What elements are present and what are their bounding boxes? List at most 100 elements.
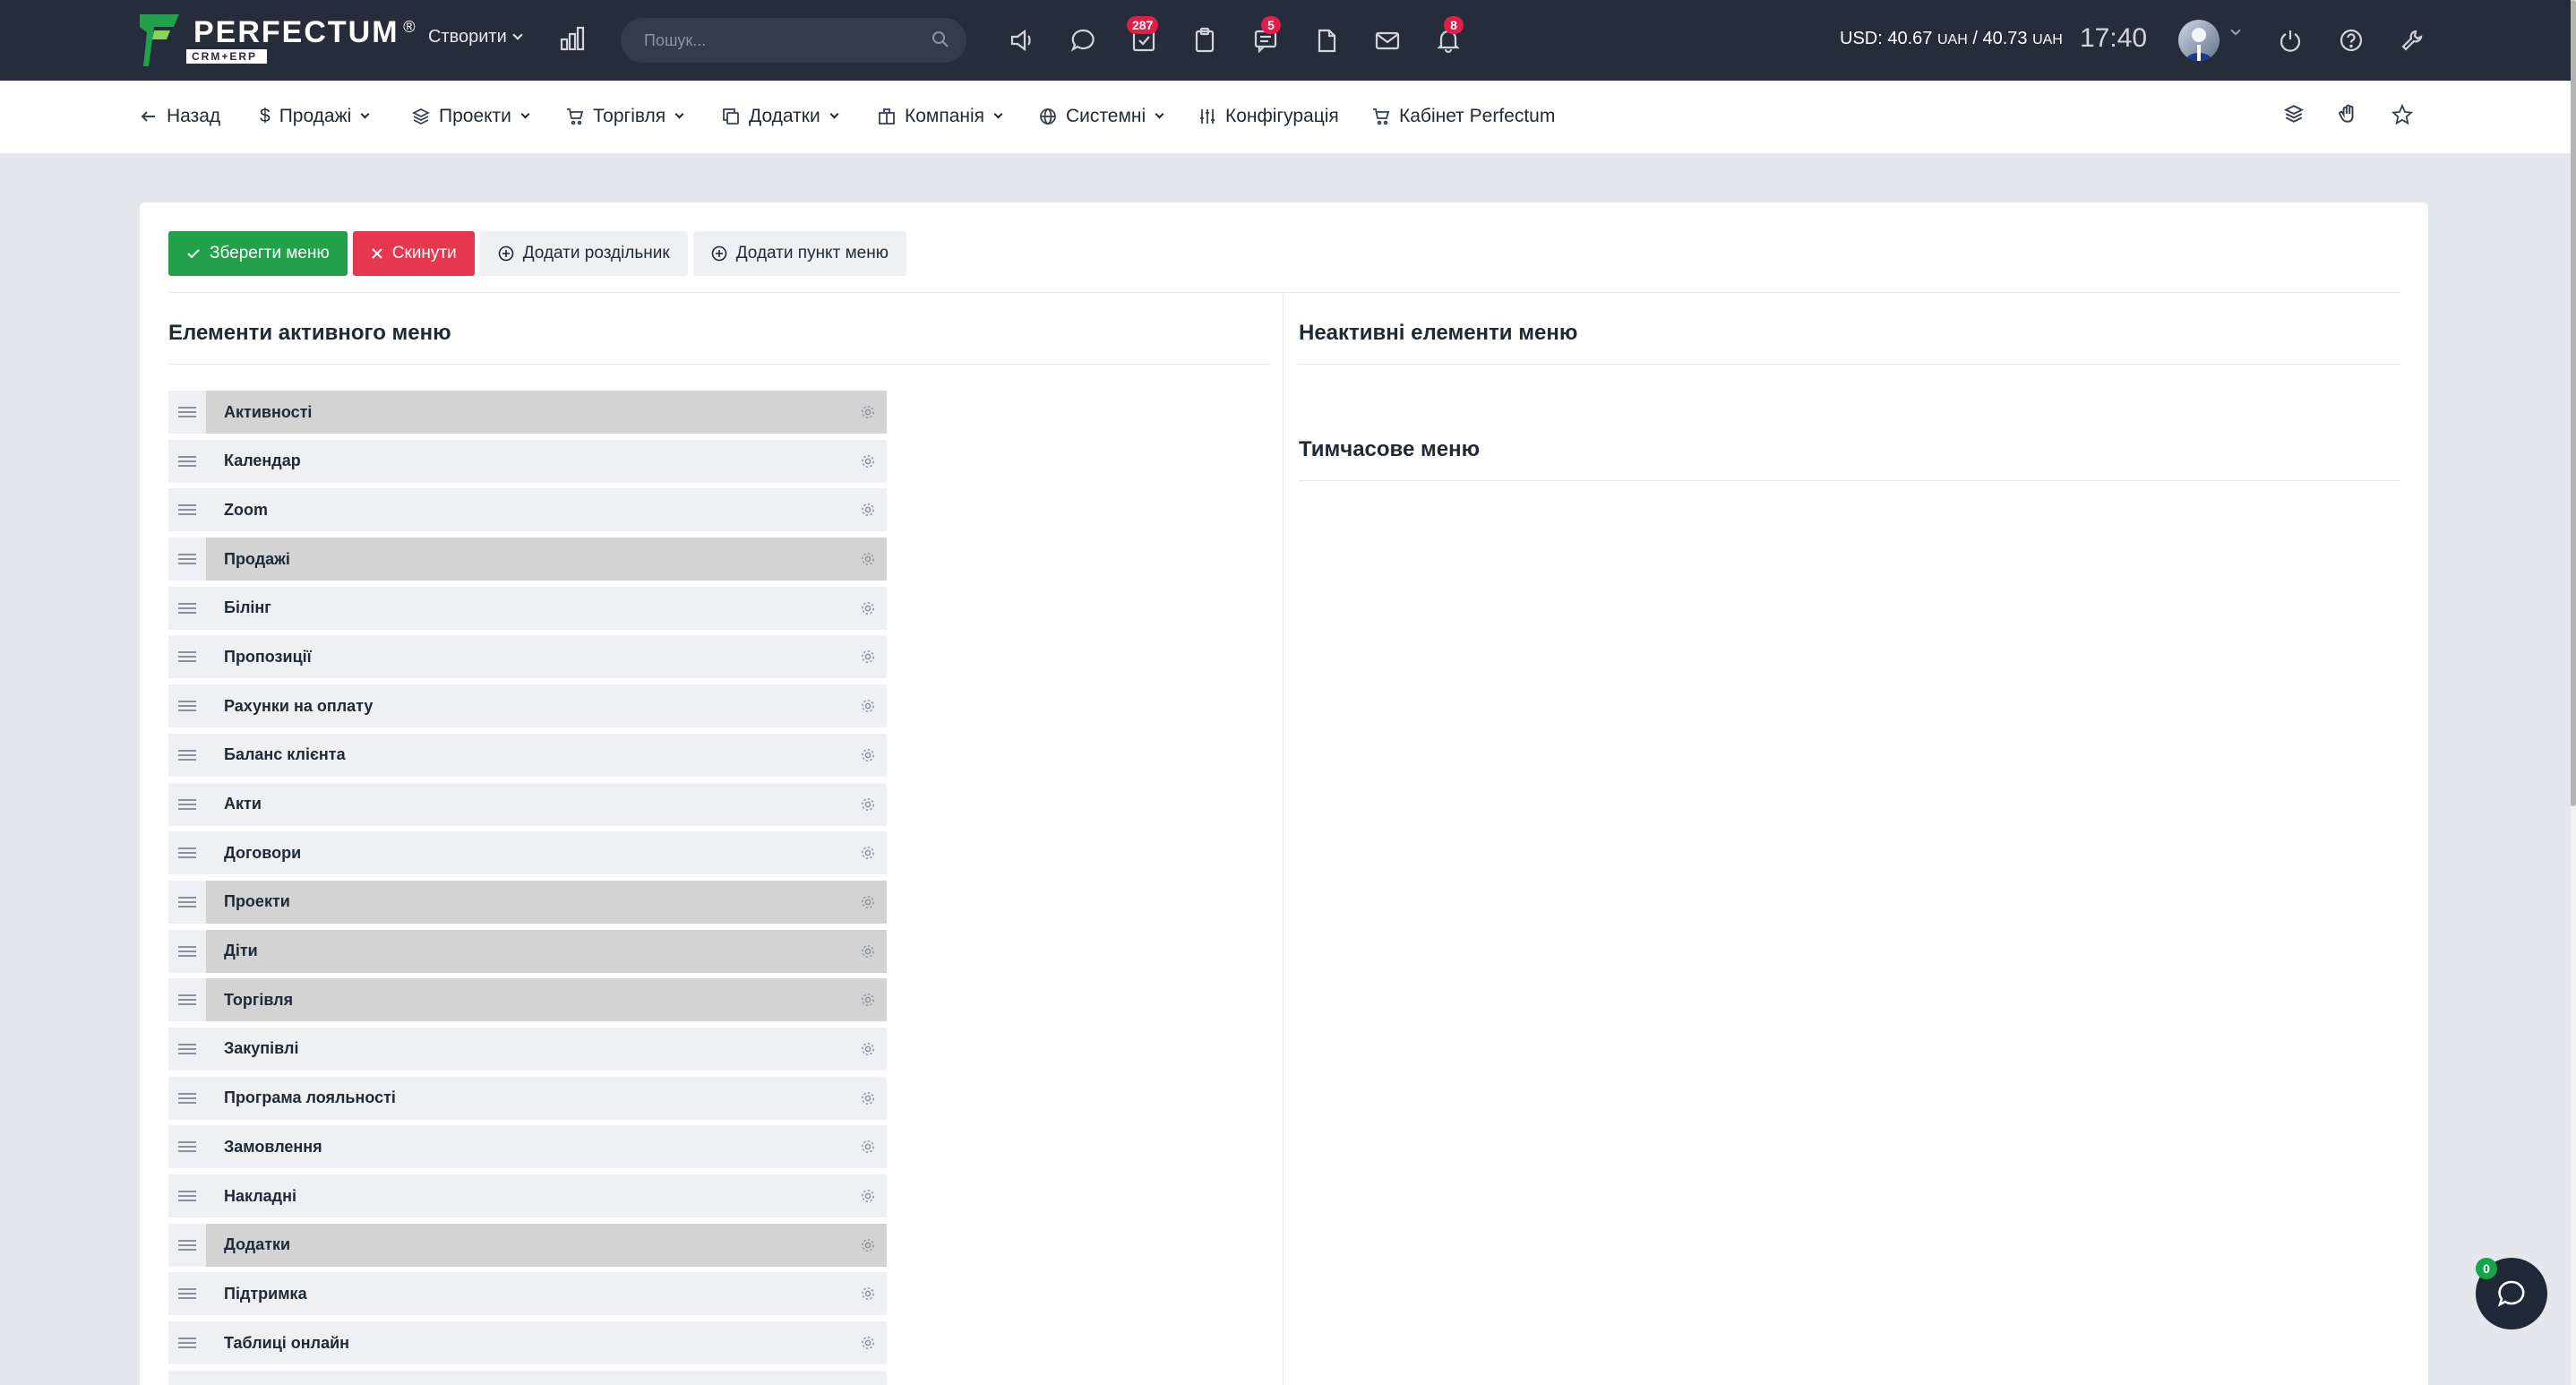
gear-icon[interactable] <box>860 698 876 714</box>
help-icon[interactable] <box>2334 23 2368 57</box>
nav-back[interactable]: Назад <box>140 106 220 127</box>
gear-icon[interactable] <box>860 453 876 469</box>
gear-icon[interactable] <box>860 894 876 910</box>
brand-logo[interactable]: PERFECTUM ® CRM+ERP <box>140 14 416 66</box>
menu-item-body[interactable]: Пропозиції <box>206 635 887 679</box>
menu-item-row[interactable]: Проекти <box>168 880 887 924</box>
menu-item-body[interactable]: Програма лояльності <box>206 1076 887 1120</box>
menu-item-row[interactable] <box>168 1370 887 1385</box>
gear-icon[interactable] <box>860 747 876 763</box>
menu-item-row[interactable]: Додатки <box>168 1223 887 1267</box>
add-divider-button[interactable]: Додати роздільник <box>479 231 688 276</box>
gear-icon[interactable] <box>860 1139 876 1155</box>
menu-item-row[interactable]: Торгівля <box>168 978 887 1022</box>
clipboard-icon[interactable] <box>1188 23 1222 57</box>
menu-item-body[interactable]: Календар <box>206 439 887 483</box>
menu-item-body[interactable]: Акти <box>206 782 887 826</box>
nav-sales[interactable]: $ Продажі <box>260 106 370 127</box>
gear-icon[interactable] <box>860 1090 876 1106</box>
nav-addons[interactable]: Додатки <box>722 106 839 127</box>
drag-handle-icon[interactable] <box>168 1027 206 1071</box>
gear-icon[interactable] <box>860 845 876 861</box>
menu-item-row[interactable]: Договори <box>168 831 887 875</box>
gear-icon[interactable] <box>860 1237 876 1253</box>
create-dropdown[interactable]: Створити <box>428 27 523 47</box>
drag-handle-icon[interactable] <box>168 538 206 581</box>
tasks-icon[interactable]: 287 <box>1127 16 1161 57</box>
avatar-chevron-icon[interactable] <box>2230 25 2241 36</box>
drag-handle-icon[interactable] <box>168 1272 206 1316</box>
reset-button[interactable]: Скинути <box>352 231 475 276</box>
gear-icon[interactable] <box>860 796 876 813</box>
drag-handle-icon[interactable] <box>168 488 206 532</box>
nav-trade[interactable]: Торгівля <box>566 106 684 127</box>
gear-icon[interactable] <box>860 1335 876 1351</box>
menu-item-row[interactable]: Таблиці онлайн <box>168 1321 887 1365</box>
power-icon[interactable] <box>2273 23 2307 57</box>
drag-handle-icon[interactable] <box>168 782 206 826</box>
menu-item-row[interactable]: Продажі <box>168 538 887 581</box>
menu-item-row[interactable]: Діти <box>168 929 887 973</box>
search-icon[interactable] <box>932 30 949 48</box>
menu-item-body[interactable]: Торгівля <box>206 978 887 1022</box>
menu-item-row[interactable]: Замовлення <box>168 1125 887 1169</box>
menu-item-row[interactable]: Рахунки на оплату <box>168 684 887 728</box>
nav-system[interactable]: Системні <box>1039 106 1164 127</box>
menu-item-body[interactable]: Рахунки на оплату <box>206 684 887 728</box>
menu-item-body[interactable]: Накладні <box>206 1174 887 1217</box>
gear-icon[interactable] <box>860 551 876 567</box>
gear-icon[interactable] <box>860 1286 876 1302</box>
page-scrollbar-thumb[interactable] <box>2571 0 2576 806</box>
drag-handle-icon[interactable] <box>168 439 206 483</box>
search-input[interactable] <box>621 18 966 63</box>
gear-icon[interactable] <box>860 600 876 616</box>
menu-item-row[interactable]: Закупівлі <box>168 1027 887 1071</box>
gear-icon[interactable] <box>860 502 876 518</box>
gear-icon[interactable] <box>860 649 876 665</box>
drag-handle-icon[interactable] <box>168 978 206 1022</box>
menu-item-body[interactable]: Договори <box>206 831 887 875</box>
gear-icon[interactable] <box>860 943 876 959</box>
drag-handle-icon[interactable] <box>168 635 206 679</box>
menu-item-body[interactable]: Білінг <box>206 586 887 630</box>
menu-item-row[interactable]: Zoom <box>168 488 887 532</box>
live-chat-button[interactable]: 0 <box>2476 1258 2547 1329</box>
drag-handle-icon[interactable] <box>168 929 206 973</box>
drag-handle-icon[interactable] <box>168 1370 206 1385</box>
drag-handle-icon[interactable] <box>168 880 206 924</box>
menu-item-body[interactable] <box>206 1370 887 1385</box>
menu-item-body[interactable]: Додатки <box>206 1223 887 1267</box>
nav-config[interactable]: Конфігурація <box>1198 106 1339 127</box>
menu-item-body[interactable]: Продажі <box>206 538 887 581</box>
messages-icon[interactable]: 5 <box>1249 16 1283 57</box>
drag-handle-icon[interactable] <box>168 831 206 875</box>
mail-icon[interactable] <box>1370 23 1404 57</box>
document-icon[interactable] <box>1309 23 1344 57</box>
menu-item-body[interactable]: Баланс клієнта <box>206 733 887 777</box>
drag-handle-icon[interactable] <box>168 733 206 777</box>
menu-item-body[interactable]: Таблиці онлайн <box>206 1321 887 1365</box>
menu-item-row[interactable]: Програма лояльності <box>168 1076 887 1120</box>
save-menu-button[interactable]: Зберегти меню <box>168 231 348 276</box>
menu-item-body[interactable]: Діти <box>206 929 887 973</box>
announcements-icon[interactable] <box>1005 23 1039 57</box>
nav-projects[interactable]: Проекти <box>412 106 530 127</box>
menu-item-row[interactable]: Баланс клієнта <box>168 733 887 777</box>
drag-handle-icon[interactable] <box>168 1223 206 1267</box>
gear-icon[interactable] <box>860 1041 876 1057</box>
wrench-icon[interactable] <box>2395 23 2429 57</box>
menu-item-row[interactable]: Підтримка <box>168 1272 887 1316</box>
gear-icon[interactable] <box>860 404 876 420</box>
chat-bubble-icon[interactable] <box>1066 23 1100 57</box>
drag-handle-icon[interactable] <box>168 1321 206 1365</box>
page-scrollbar[interactable] <box>2571 0 2576 1385</box>
menu-item-body[interactable]: Закупівлі <box>206 1027 887 1071</box>
drag-handle-icon[interactable] <box>168 1076 206 1120</box>
nav-company[interactable]: Компанія <box>878 106 1003 127</box>
menu-item-body[interactable]: Проекти <box>206 880 887 924</box>
menu-item-row[interactable]: Календар <box>168 439 887 483</box>
menu-item-body[interactable]: Zoom <box>206 488 887 532</box>
drag-handle-icon[interactable] <box>168 1125 206 1169</box>
menu-item-row[interactable]: Акти <box>168 782 887 826</box>
bar-chart-icon[interactable] <box>559 25 586 52</box>
